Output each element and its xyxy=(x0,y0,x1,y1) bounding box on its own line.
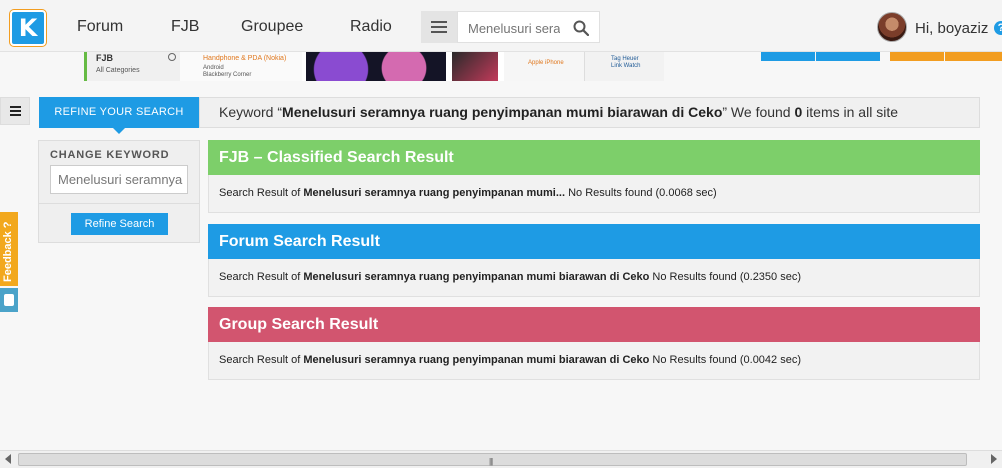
group-result-block: Group Search Result Search Result of Men… xyxy=(208,307,980,380)
banner-apple: Apple iPhone xyxy=(504,52,584,81)
result-prefix: Search Result of xyxy=(219,354,304,366)
nav-link-fjb[interactable]: FJB xyxy=(171,18,199,36)
banner-right-block-3 xyxy=(890,52,944,61)
scroll-right-arrow-icon[interactable] xyxy=(991,454,997,464)
result-status: No Results found (0.0068 sec) xyxy=(565,187,717,199)
user-greeting[interactable]: Hi, boyaziz xyxy=(915,20,988,37)
horizontal-scrollbar[interactable]: ||| xyxy=(0,450,1002,468)
banner-phone: Handphone & PDA (Nokia) Android Blackber… xyxy=(180,52,302,81)
refine-search-button[interactable]: Refine Search xyxy=(71,213,168,235)
banner-apple-label: Apple iPhone xyxy=(528,60,564,66)
search-icon[interactable] xyxy=(573,20,589,36)
group-result-title[interactable]: Group Search Result xyxy=(208,307,980,342)
sidebar-toggle-icon[interactable] xyxy=(0,97,30,125)
result-query: Menelusuri seramnya ruang penyimpanan mu… xyxy=(303,354,650,366)
result-query: Menelusuri seramnya ruang penyimpanan mu… xyxy=(303,271,650,283)
nav-link-radio[interactable]: Radio xyxy=(350,18,392,36)
banner-game-image xyxy=(306,52,446,81)
banner-tag-line2: Link Watch xyxy=(611,63,641,69)
keyword-summary: Keyword “Menelusuri seramnya ruang penyi… xyxy=(199,97,980,128)
result-prefix: Search Result of xyxy=(219,187,304,199)
top-navbar: K Forum FJB Groupee Radio Hi, boyaziz ? xyxy=(0,0,1002,52)
banner-tag-line1: Tag Heuer xyxy=(611,56,639,62)
search-input[interactable] xyxy=(468,18,560,38)
banner-fjb-sub: All Categories xyxy=(96,67,140,74)
change-keyword-label: CHANGE KEYWORD xyxy=(50,149,170,161)
divider xyxy=(39,203,199,204)
banner-phone-line3: Blackberry Corner xyxy=(203,72,252,78)
fjb-result-body: Search Result of Menelusuri seramnya rua… xyxy=(208,175,980,213)
search-box xyxy=(457,11,600,43)
result-prefix: Search Result of xyxy=(219,271,304,283)
scrollbar-thumb[interactable]: ||| xyxy=(18,453,967,466)
ad-banner[interactable]: FJB All Categories Handphone & PDA (Noki… xyxy=(84,52,664,81)
forum-result-title[interactable]: Forum Search Result xyxy=(208,224,980,259)
feedback-chat-icon[interactable] xyxy=(0,288,18,312)
forum-result-body: Search Result of Menelusuri seramnya rua… xyxy=(208,259,980,297)
banner-phone-title: Handphone & PDA (Nokia) xyxy=(203,55,287,62)
banner-game-image-2 xyxy=(452,52,498,81)
banner-right-block-4 xyxy=(945,52,1002,61)
summary-keyword: Menelusuri seramnya ruang penyimpanan mu… xyxy=(282,104,723,120)
banner-right-block-2 xyxy=(816,52,880,61)
result-status: No Results found (0.2350 sec) xyxy=(649,271,801,283)
banner-toggle-icon xyxy=(168,53,176,61)
fjb-result-title[interactable]: FJB – Classified Search Result xyxy=(208,140,980,175)
logo-letter: K xyxy=(18,14,38,42)
help-icon[interactable]: ? xyxy=(994,21,1002,35)
banner-phone-line2: Android xyxy=(203,65,224,71)
group-result-body: Search Result of Menelusuri seramnya rua… xyxy=(208,342,980,380)
feedback-tab[interactable]: Feedback ? xyxy=(0,212,18,286)
scroll-left-arrow-icon[interactable] xyxy=(5,454,11,464)
nav-link-forum[interactable]: Forum xyxy=(77,18,123,36)
refine-search-tab[interactable]: REFINE YOUR SEARCH xyxy=(39,97,199,134)
summary-suffix: items in all site xyxy=(802,104,898,120)
banner-fjb-title: FJB xyxy=(96,53,114,63)
feedback-label: Feedback ? xyxy=(2,221,14,282)
result-status: No Results found (0.0042 sec) xyxy=(649,354,801,366)
banner-fjb: FJB All Categories xyxy=(84,52,180,81)
keyword-input[interactable] xyxy=(50,165,188,194)
banner-tag: Tag Heuer Link Watch xyxy=(584,52,664,81)
summary-mid: ” We found xyxy=(722,104,795,120)
nav-link-groupee[interactable]: Groupee xyxy=(241,18,303,36)
fjb-result-block: FJB – Classified Search Result Search Re… xyxy=(208,140,980,213)
user-avatar[interactable] xyxy=(877,12,907,42)
banner-right-block-1 xyxy=(761,52,815,61)
hamburger-menu-button[interactable] xyxy=(421,11,457,43)
result-query: Menelusuri seramnya ruang penyimpanan mu… xyxy=(303,187,566,199)
kaskus-logo[interactable]: K xyxy=(10,10,46,46)
summary-prefix: Keyword “ xyxy=(219,104,283,120)
scrollbar-grip-icon: ||| xyxy=(489,457,493,466)
refine-panel: CHANGE KEYWORD Refine Search xyxy=(38,140,200,243)
forum-result-block: Forum Search Result Search Result of Men… xyxy=(208,224,980,297)
